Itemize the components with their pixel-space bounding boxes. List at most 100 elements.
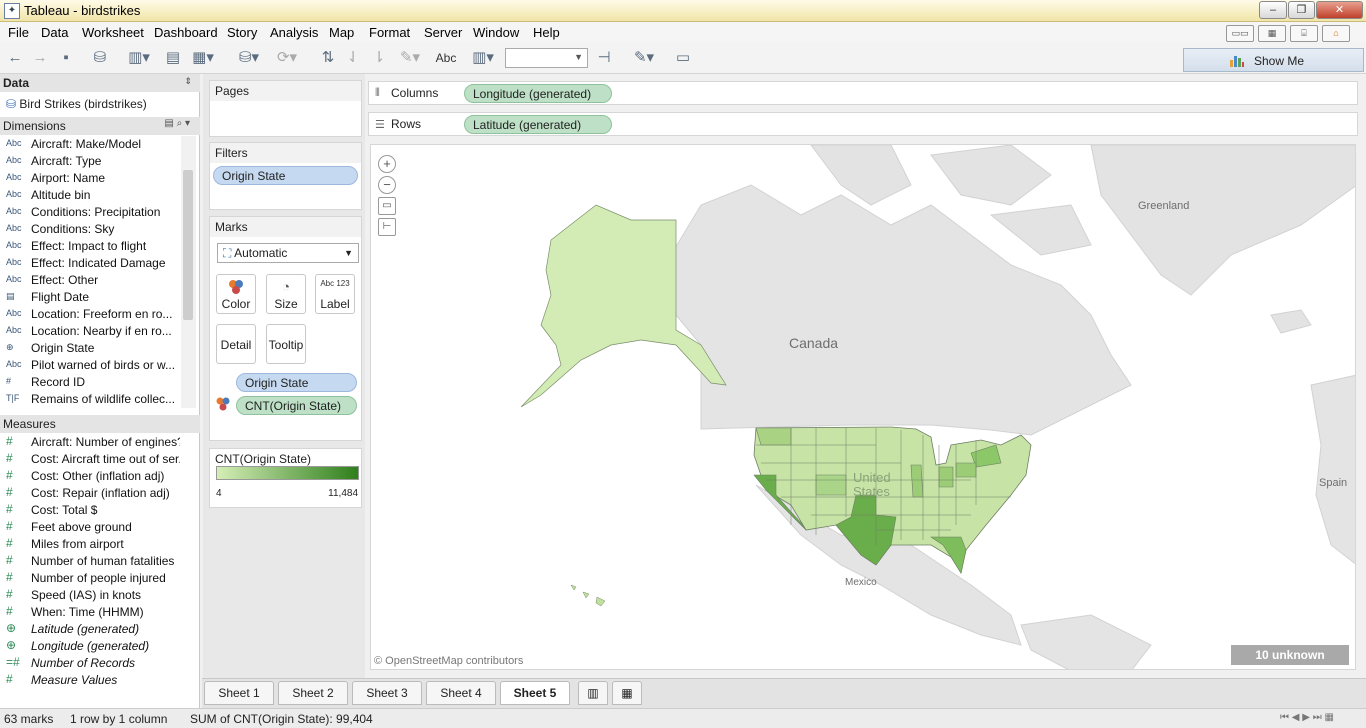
minimize-button[interactable]: – <box>1259 1 1287 19</box>
menu-data[interactable]: Data <box>41 25 68 40</box>
datasource-item[interactable]: ⛁ Bird Strikes (birdstrikes) <box>6 97 147 111</box>
sheet-navigation-icons[interactable]: ⏮ ◀ ▶ ⏭ ▦ <box>1280 712 1334 723</box>
dimension-field[interactable]: ⊕ Origin State <box>0 340 180 357</box>
measure-field[interactable]: ⊕ Longitude (generated) <box>0 638 180 655</box>
scrollbar-thumb[interactable] <box>183 170 193 320</box>
rows-pill-latitude[interactable]: Latitude (generated) <box>464 115 612 134</box>
dimension-field[interactable]: ▤ Flight Date <box>0 289 180 306</box>
measure-field[interactable]: # Number of human fatalities <box>0 553 180 570</box>
color-button[interactable]: Color <box>216 274 256 314</box>
measure-field[interactable]: # Cost: Repair (inflation adj) <box>0 485 180 502</box>
dimension-field[interactable]: Abc Aircraft: Type <box>0 153 180 170</box>
data-source-icon[interactable]: ⌸ <box>1290 25 1318 42</box>
measure-field[interactable]: # When: Time (HHMM) <box>0 604 180 621</box>
tab-sheet-5[interactable]: Sheet 5 <box>500 681 570 705</box>
detail-button[interactable]: Detail <box>216 324 256 364</box>
dimension-field[interactable]: Abc Aircraft: Make/Model <box>0 136 180 153</box>
fit-dropdown[interactable]: ▼ <box>505 48 588 68</box>
filmstrip-view-icon[interactable]: ▭▭ <box>1226 25 1254 42</box>
pages-card[interactable]: Pages <box>209 80 362 137</box>
dimension-field[interactable]: Abc Pilot warned of birds or w... <box>0 357 180 374</box>
size-button[interactable]: ◔ Size <box>266 274 306 314</box>
clear-sheet-icon[interactable]: ▦▾ <box>188 48 218 68</box>
new-dashboard-icon[interactable]: ▦ <box>612 681 642 705</box>
dimensions-scrollbar[interactable] <box>181 136 196 408</box>
pause-updates-icon[interactable]: ⛁▾ <box>234 48 264 68</box>
selection-tool-icon[interactable]: ▭ <box>378 197 396 215</box>
measure-field[interactable]: # Aircraft: Number of engines? <box>0 434 180 451</box>
close-button[interactable]: ✕ <box>1316 1 1363 19</box>
zoom-out-icon[interactable]: − <box>378 176 396 194</box>
columns-pill-longitude[interactable]: Longitude (generated) <box>464 84 612 103</box>
tab-sheet-1[interactable]: Sheet 1 <box>204 681 274 705</box>
dimension-field[interactable]: Abc Effect: Other <box>0 272 180 289</box>
save-icon[interactable]: ▪ <box>57 48 75 68</box>
measure-field[interactable]: =# Number of Records <box>0 655 180 672</box>
columns-shelf[interactable]: ⦀ Columns Longitude (generated) <box>368 81 1358 105</box>
undo-icon[interactable]: ← <box>6 48 24 68</box>
color-legend-card[interactable]: CNT(Origin State) 4 11,484 <box>209 448 362 508</box>
dimension-field[interactable]: T|F Remains of wildlife collec... <box>0 391 180 408</box>
menu-story[interactable]: Story <box>227 25 257 40</box>
sort-ascending-icon[interactable]: ⇃ <box>343 48 363 68</box>
measure-field[interactable]: # Cost: Aircraft time out of ser... <box>0 451 180 468</box>
fix-axes-icon[interactable]: ⊣ <box>594 48 614 68</box>
measure-field[interactable]: # Miles from airport <box>0 536 180 553</box>
unknown-indicator[interactable]: 10 unknown <box>1231 645 1349 665</box>
dimension-field[interactable]: Abc Altitude bin <box>0 187 180 204</box>
measure-field[interactable]: # Cost: Other (inflation adj) <box>0 468 180 485</box>
dimension-field[interactable]: Abc Location: Nearby if en ro... <box>0 323 180 340</box>
tooltip-button[interactable]: Tooltip <box>266 324 306 364</box>
tab-sheet-4[interactable]: Sheet 4 <box>426 681 496 705</box>
menu-server[interactable]: Server <box>424 25 462 40</box>
dimension-field[interactable]: Abc Effect: Impact to flight <box>0 238 180 255</box>
menu-format[interactable]: Format <box>369 25 410 40</box>
label-button[interactable]: Abc 123 Label <box>315 274 355 314</box>
highlight-icon[interactable]: ✎▾ <box>395 48 425 68</box>
menu-analysis[interactable]: Analysis <box>270 25 318 40</box>
dimension-field[interactable]: Abc Conditions: Precipitation <box>0 204 180 221</box>
sort-descending-icon[interactable]: ⇂ <box>369 48 389 68</box>
annotate-icon[interactable]: ✎▾ <box>628 48 660 68</box>
menu-help[interactable]: Help <box>533 25 560 40</box>
pin-map-icon[interactable]: ⊢ <box>378 218 396 236</box>
mark-type-dropdown[interactable]: ⛶ Automatic ▼ <box>217 243 359 263</box>
measure-field[interactable]: # Cost: Total $ <box>0 502 180 519</box>
measure-field[interactable]: ⊕ Latitude (generated) <box>0 621 180 638</box>
detail-pill-origin-state[interactable]: Origin State <box>236 373 357 392</box>
refresh-icon[interactable]: ⟳▾ <box>272 48 302 68</box>
new-worksheet-icon[interactable]: ▥▾ <box>124 48 154 68</box>
sorter-view-icon[interactable]: ▦ <box>1258 25 1286 42</box>
menu-file[interactable]: File <box>8 25 29 40</box>
home-icon[interactable]: ⌂ <box>1322 25 1350 42</box>
dimension-field[interactable]: Abc Location: Freeform en ro... <box>0 306 180 323</box>
fit-icon[interactable]: ▥▾ <box>467 48 499 68</box>
show-me-button[interactable]: Show Me <box>1183 48 1364 72</box>
filter-pill-origin-state[interactable]: Origin State <box>213 166 358 185</box>
zoom-in-icon[interactable]: + <box>378 155 396 173</box>
filters-card[interactable]: Filters Origin State <box>209 142 362 210</box>
map-attribution[interactable]: © OpenStreetMap contributors <box>374 655 523 667</box>
map-view[interactable]: + − ▭ ⊢ Greenland Canada United States M… <box>370 144 1356 670</box>
pane-menu-icon[interactable]: ⇕ <box>184 76 192 87</box>
measure-field[interactable]: # Measure Values <box>0 672 180 689</box>
dimension-field[interactable]: Abc Conditions: Sky <box>0 221 180 238</box>
menu-worksheet[interactable]: Worksheet <box>82 25 144 40</box>
tab-sheet-2[interactable]: Sheet 2 <box>278 681 348 705</box>
menu-dashboard[interactable]: Dashboard <box>154 25 218 40</box>
dimension-field[interactable]: Abc Effect: Indicated Damage <box>0 255 180 272</box>
redo-icon[interactable]: → <box>31 48 49 68</box>
new-datasource-icon[interactable]: ⛁ <box>91 48 109 68</box>
search-icon[interactable]: ▤ ⌕ ▾ <box>164 118 190 129</box>
measure-field[interactable]: # Feet above ground <box>0 519 180 536</box>
rows-shelf[interactable]: ☰ Rows Latitude (generated) <box>368 112 1358 136</box>
tab-sheet-3[interactable]: Sheet 3 <box>352 681 422 705</box>
swap-icon[interactable]: ⇅ <box>318 48 338 68</box>
measure-field[interactable]: # Speed (IAS) in knots <box>0 587 180 604</box>
duplicate-sheet-icon[interactable]: ▤ <box>162 48 184 68</box>
color-pill-cnt-origin-state[interactable]: CNT(Origin State) <box>236 396 357 415</box>
show-labels-button[interactable]: Abc <box>433 48 459 68</box>
dimension-field[interactable]: Abc Airport: Name <box>0 170 180 187</box>
maximize-button[interactable]: ❐ <box>1288 1 1315 19</box>
menu-map[interactable]: Map <box>329 25 354 40</box>
